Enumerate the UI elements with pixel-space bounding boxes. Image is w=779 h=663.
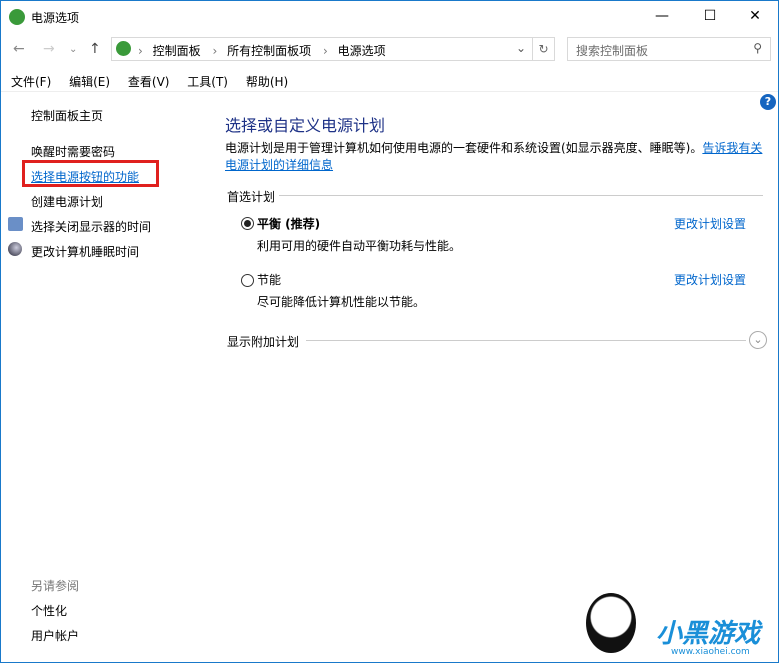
menu-file[interactable]: 文件(F) bbox=[11, 75, 51, 89]
moon-icon bbox=[8, 242, 22, 256]
forward-button[interactable]: → bbox=[43, 41, 55, 57]
sidebar-home[interactable]: 控制面板主页 bbox=[31, 107, 103, 124]
breadcrumb-control-panel[interactable]: 控制面板 bbox=[153, 44, 201, 58]
menu-view[interactable]: 查看(V) bbox=[128, 75, 170, 89]
breadcrumb-separator: › bbox=[322, 44, 328, 58]
help-icon[interactable]: ? bbox=[760, 94, 776, 110]
minimize-button[interactable]: — bbox=[639, 1, 685, 31]
expand-chevron-icon[interactable]: ⌄ bbox=[749, 331, 767, 349]
description: 电源计划是用于管理计算机如何使用电源的一套硬件和系统设置(如显示器亮度、睡眠等)… bbox=[225, 140, 765, 174]
preferred-plans-heading: 首选计划 bbox=[227, 190, 276, 204]
breadcrumb-all-items[interactable]: 所有控制面板项 bbox=[227, 44, 311, 58]
maximize-button[interactable]: ☐ bbox=[687, 1, 733, 31]
description-text: 电源计划是用于管理计算机如何使用电源的一套硬件和系统设置(如显示器亮度、睡眠等)… bbox=[225, 141, 703, 155]
sidebar-item-sleep[interactable]: 更改计算机睡眠时间 bbox=[31, 243, 139, 260]
see-also-heading: 另请参阅 bbox=[31, 579, 80, 593]
additional-plans-heading[interactable]: 显示附加计划 bbox=[227, 333, 299, 350]
page-title: 选择或自定义电源计划 bbox=[225, 116, 386, 135]
back-button[interactable]: ← bbox=[13, 41, 25, 57]
up-button[interactable]: ↑ bbox=[89, 41, 101, 57]
panda-logo-icon bbox=[586, 593, 636, 653]
menu-tools[interactable]: 工具(T) bbox=[187, 75, 228, 89]
close-button[interactable]: ✕ bbox=[732, 1, 778, 31]
window-title: 电源选项 bbox=[31, 11, 80, 25]
sidebar-item-wake-password[interactable]: 唤醒时需要密码 bbox=[31, 143, 115, 160]
plan-power-saver-radio[interactable] bbox=[241, 274, 254, 287]
plan-power-saver-desc: 尽可能降低计算机性能以节能。 bbox=[257, 295, 426, 309]
menu-bar: 文件(F) 编辑(E) 查看(V) 工具(T) 帮助(H) bbox=[11, 73, 302, 90]
power-options-icon bbox=[9, 9, 25, 25]
address-bar[interactable]: › 控制面板 › 所有控制面板项 › 电源选项 ⌄ ↻ bbox=[111, 37, 555, 61]
sidebar-item-power-button[interactable]: 选择电源按钮的功能 bbox=[31, 168, 139, 185]
breadcrumb-separator: › bbox=[138, 44, 143, 58]
change-plan-settings-saver[interactable]: 更改计划设置 bbox=[674, 271, 746, 288]
monitor-clock-icon bbox=[8, 217, 23, 231]
search-placeholder: 搜索控制面板 bbox=[576, 44, 649, 58]
chevron-down-icon[interactable]: ⌄ bbox=[516, 41, 526, 55]
learn-more-link[interactable]: 告诉我有关 bbox=[702, 141, 762, 155]
recent-dropdown-icon[interactable]: ⌄ bbox=[69, 44, 77, 55]
plan-balanced-radio[interactable] bbox=[241, 217, 254, 230]
watermark-logo: 小黑游戏 www.xiaohei.com bbox=[581, 593, 776, 661]
plan-power-saver-name[interactable]: 节能 bbox=[257, 271, 281, 288]
learn-more-link-cont[interactable]: 电源计划的详细信息 bbox=[225, 158, 333, 172]
refresh-icon[interactable]: ↻ bbox=[532, 38, 554, 60]
power-options-icon bbox=[116, 41, 131, 56]
see-also-personalization[interactable]: 个性化 bbox=[31, 602, 67, 619]
plan-balanced-desc: 利用可用的硬件自动平衡功耗与性能。 bbox=[257, 239, 462, 253]
breadcrumb-separator: › bbox=[212, 44, 218, 58]
change-plan-settings-balanced[interactable]: 更改计划设置 bbox=[674, 215, 746, 232]
see-also-user-accounts[interactable]: 用户帐户 bbox=[31, 627, 79, 644]
menu-edit[interactable]: 编辑(E) bbox=[69, 75, 110, 89]
title-bar: 电源选项 — ☐ ✕ bbox=[1, 1, 778, 33]
sidebar-item-display-off[interactable]: 选择关闭显示器的时间 bbox=[31, 218, 151, 235]
search-icon[interactable]: ⚲ bbox=[753, 41, 762, 55]
search-input[interactable]: 搜索控制面板 ⚲ bbox=[567, 37, 771, 61]
sidebar-item-create-plan[interactable]: 创建电源计划 bbox=[31, 193, 103, 210]
menu-help[interactable]: 帮助(H) bbox=[246, 75, 288, 89]
plan-balanced-name[interactable]: 平衡 (推荐) bbox=[257, 215, 320, 232]
breadcrumb-power-options[interactable]: 电源选项 bbox=[338, 44, 386, 58]
